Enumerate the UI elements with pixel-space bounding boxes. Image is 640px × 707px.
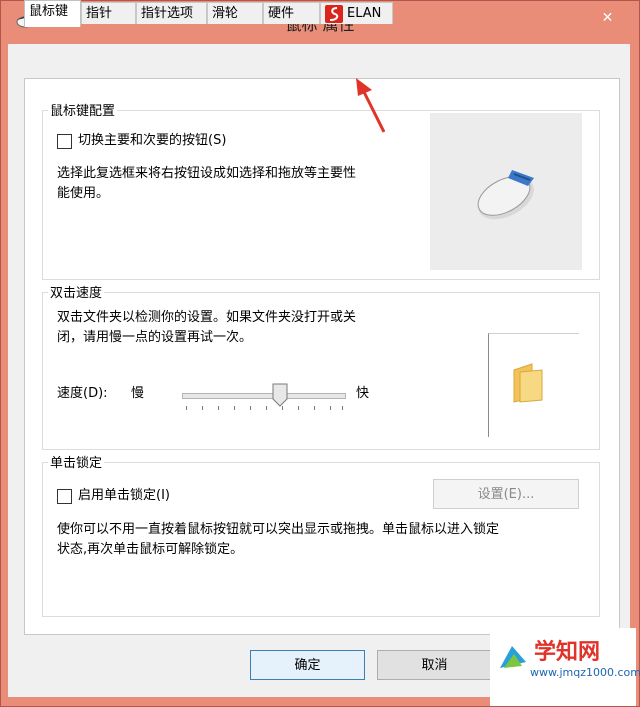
- click-lock-checkbox[interactable]: [57, 489, 72, 504]
- double-click-description-line2: 闭，请用慢一点的设置再试一次。: [57, 330, 253, 345]
- tab-label: 滑轮: [212, 6, 239, 21]
- swap-description-line1: 选择此复选框来将右按钮设成如选择和拖放等主要性: [57, 166, 357, 181]
- tab-pointers[interactable]: 指针: [81, 2, 136, 24]
- mouse-illustration-icon: [477, 170, 534, 220]
- watermark-brand: 学知网: [534, 640, 601, 665]
- swap-buttons-label[interactable]: 切换主要和次要的按钮(S): [78, 131, 226, 151]
- red-arrow-icon: [356, 78, 386, 133]
- speed-slider-track[interactable]: [182, 393, 346, 399]
- tab-label: ELAN: [347, 6, 382, 21]
- elan-icon: [325, 5, 343, 23]
- tab-label: 硬件: [268, 6, 295, 21]
- speed-label: 速度(D):: [57, 386, 108, 401]
- ok-button[interactable]: 确定: [250, 650, 365, 680]
- close-icon: ✕: [601, 10, 614, 26]
- folder-icon[interactable]: [512, 362, 546, 404]
- tab-wheel[interactable]: 滑轮: [207, 2, 263, 24]
- site-watermark: 学知网 www.jmqz1000.com: [490, 628, 640, 706]
- click-lock-description-line1: 使你可以不用一直按着鼠标按钮就可以突出显示或拖拽。单击鼠标以进入锁定: [57, 522, 500, 537]
- double-click-description-line1: 双击文件夹以检测你的设置。如果文件夹没打开或关: [57, 310, 357, 325]
- tab-label: 指针: [86, 6, 113, 21]
- slow-label: 慢: [131, 386, 145, 401]
- speed-slider-thumb[interactable]: [272, 383, 288, 407]
- click-lock-description-line2: 状态,再次单击鼠标可解除锁定。: [57, 542, 244, 557]
- watermark-url: www.jmqz1000.com: [530, 666, 640, 679]
- swap-description-line2: 能使用。: [57, 186, 110, 201]
- swap-buttons-checkbox[interactable]: [57, 134, 72, 149]
- click-lock-settings-button[interactable]: 设置(E)...: [433, 479, 579, 509]
- close-button[interactable]: ✕: [588, 5, 627, 31]
- tab-label: 鼠标键: [29, 4, 69, 19]
- tab-label: 指针选项: [141, 6, 194, 21]
- button-config-label: 鼠标键配置: [48, 100, 118, 119]
- cancel-button[interactable]: 取消: [377, 650, 492, 680]
- double-click-label: 双击速度: [48, 282, 105, 301]
- click-lock-label: 单击锁定: [48, 452, 105, 471]
- fast-label: 快: [356, 386, 370, 401]
- tab-hardware[interactable]: 硬件: [263, 2, 320, 24]
- tab-buttons[interactable]: 鼠标键: [24, 0, 81, 27]
- tab-pointer-options[interactable]: 指针选项: [136, 2, 207, 24]
- click-lock-enable-label[interactable]: 启用单击锁定(I): [78, 486, 170, 506]
- watermark-logo-icon: [500, 646, 526, 668]
- tab-elan[interactable]: ELAN: [320, 2, 393, 24]
